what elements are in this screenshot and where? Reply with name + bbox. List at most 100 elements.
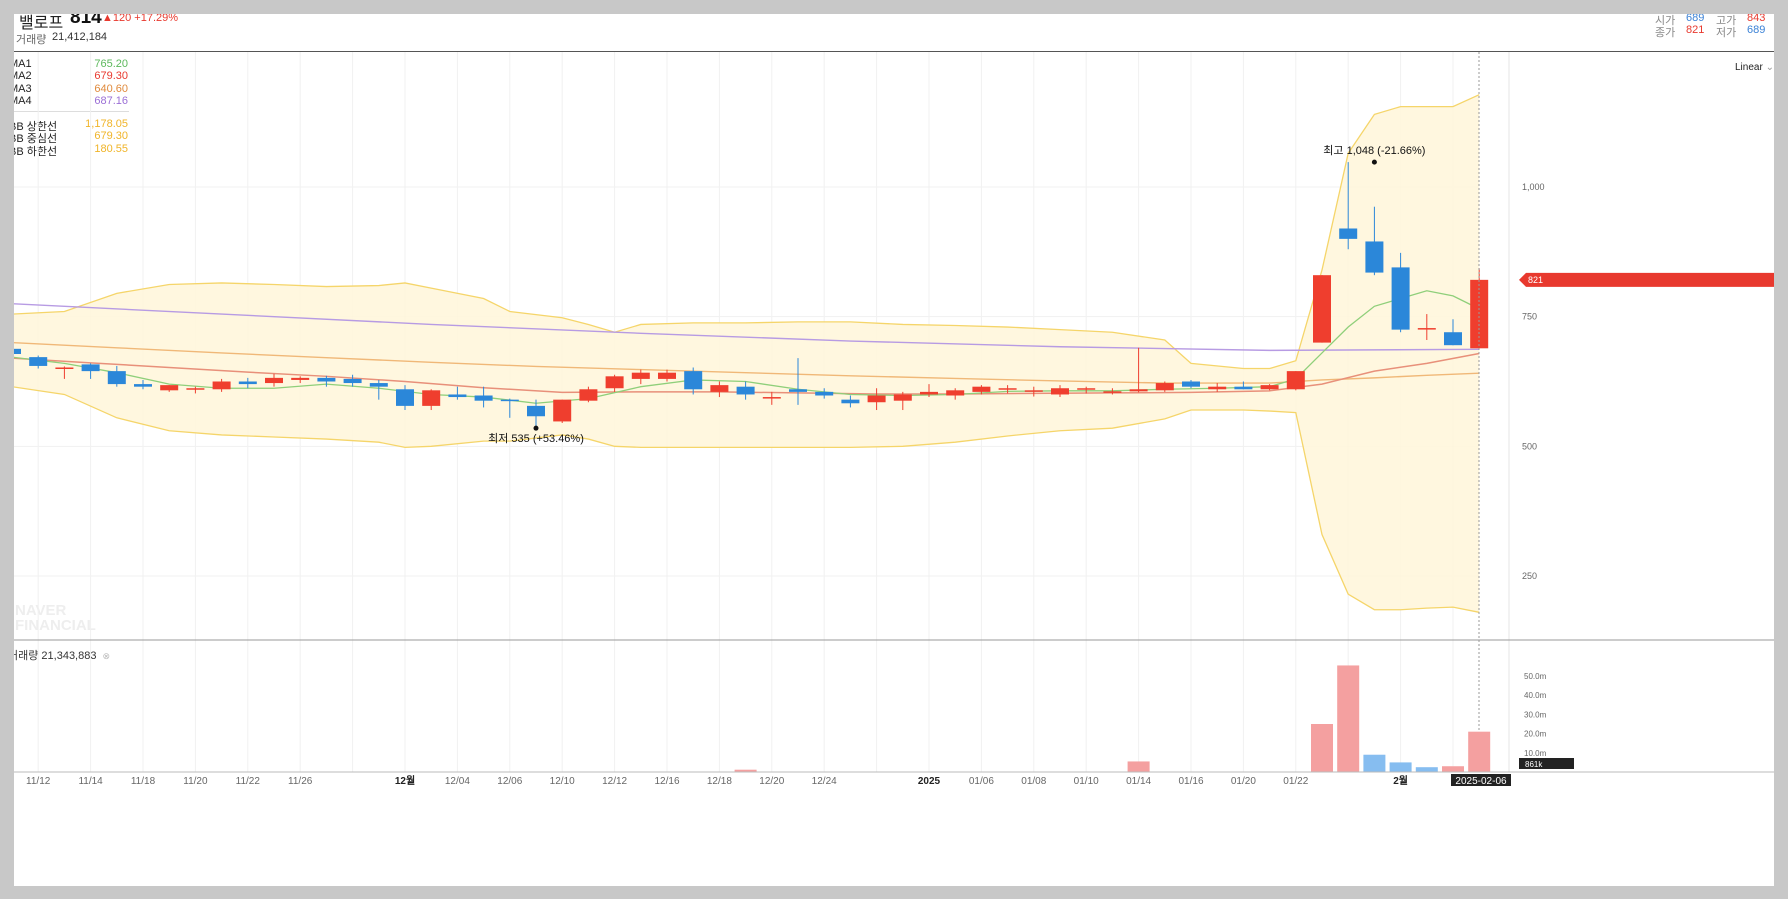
candle-body xyxy=(317,377,336,382)
candle-body xyxy=(14,348,21,355)
candle-body xyxy=(658,372,676,379)
candle-body xyxy=(1444,332,1462,346)
candle-body xyxy=(1051,388,1069,395)
candle-body xyxy=(107,371,126,385)
candle-body xyxy=(1103,391,1122,393)
candle-body xyxy=(291,377,310,380)
x-tick-label: 01/06 xyxy=(969,776,994,787)
x-tick-label: 12/18 xyxy=(707,776,732,787)
candle-body xyxy=(1260,385,1279,390)
candle-body xyxy=(1208,386,1227,390)
candle-body xyxy=(212,381,231,390)
x-tick-label: 11/22 xyxy=(236,776,261,787)
candle-body xyxy=(1234,386,1253,390)
candle-body xyxy=(1182,381,1200,387)
x-tick-label: 12월 xyxy=(395,775,415,787)
candle-body xyxy=(527,405,545,417)
candle-body xyxy=(134,384,152,387)
current-price-tag xyxy=(1519,272,1774,287)
x-tick-label: 11/26 xyxy=(288,776,313,787)
candle-body xyxy=(631,372,650,379)
candle-body xyxy=(1129,389,1148,392)
x-tick-label: 01/14 xyxy=(1126,776,1151,787)
candle-body xyxy=(186,388,205,390)
x-tick-label: 01/08 xyxy=(1021,776,1046,787)
candle-body xyxy=(55,367,74,369)
candle-body xyxy=(1391,267,1410,330)
annotation-dot xyxy=(533,425,539,431)
candle-body xyxy=(396,389,414,406)
candle-body xyxy=(474,395,493,401)
candle-body xyxy=(946,390,965,396)
chart-window: 밸로프 814 ▲120 +17.29% 거래량 21,412,184 시가 6… xyxy=(0,0,1788,899)
candle-body xyxy=(160,385,179,391)
candle-body xyxy=(893,394,912,401)
price-tick-label: 250 xyxy=(1522,571,1537,581)
candle-body xyxy=(920,391,938,395)
chart-card: 밸로프 814 ▲120 +17.29% 거래량 21,412,184 시가 6… xyxy=(14,14,1774,886)
candle-body xyxy=(1313,275,1331,343)
x-tick-label: 01/20 xyxy=(1231,776,1256,787)
candle-body xyxy=(265,377,283,384)
candle-body xyxy=(841,399,860,404)
candle-body xyxy=(998,388,1017,390)
volume-tick-label: 30.0m xyxy=(1524,710,1547,719)
volume-tick-label: 40.0m xyxy=(1524,691,1547,700)
annotation-dot xyxy=(1371,159,1377,165)
volume-tick-label: 20.0m xyxy=(1524,730,1547,739)
volume-bar xyxy=(1468,731,1491,772)
x-tick-label: 11/14 xyxy=(78,776,103,787)
price-chart[interactable]: 최고 1,048 (-21.66%) 최저 535 (+53.46%) 250 500… xyxy=(14,14,1774,886)
x-tick-label: 12/06 xyxy=(497,776,522,787)
candle-body xyxy=(1339,228,1358,239)
candle-body xyxy=(553,399,572,422)
volume-bar xyxy=(1415,767,1438,772)
x-tick-label: 12/04 xyxy=(445,776,470,787)
x-tick-label: 01/22 xyxy=(1283,776,1308,787)
candle-body xyxy=(579,389,598,401)
candle-body xyxy=(789,389,807,392)
candle-body xyxy=(29,357,48,366)
date-tag-label: 2025-02-06 xyxy=(1455,776,1507,787)
volume-bar xyxy=(1127,761,1150,772)
candle-body xyxy=(1417,328,1436,330)
candle-body xyxy=(1155,383,1174,391)
candle-body xyxy=(369,383,388,387)
x-tick-label: 12/10 xyxy=(550,776,575,787)
volume-bar xyxy=(1389,762,1412,772)
x-tick-label: 12/12 xyxy=(602,776,627,787)
candle-body xyxy=(1286,371,1305,390)
candle-body xyxy=(81,364,100,372)
x-tick-label: 2월 xyxy=(1393,775,1408,787)
x-tick-label: 11/20 xyxy=(183,776,208,787)
x-tick-label: 11/12 xyxy=(26,776,51,787)
x-tick-label: 12/24 xyxy=(812,776,837,787)
x-tick-label: 01/10 xyxy=(1074,776,1099,787)
volume-bar xyxy=(1442,766,1464,772)
x-tick-label: 12/20 xyxy=(759,776,784,787)
x-tick-label: 12/16 xyxy=(654,776,679,787)
candle-body xyxy=(1077,388,1096,390)
volume-bar xyxy=(1363,754,1386,772)
price-tick-label: 750 xyxy=(1522,312,1537,322)
candle-body xyxy=(448,394,467,398)
candle-body xyxy=(343,378,362,384)
candle-body xyxy=(500,399,519,402)
candle-body xyxy=(1470,279,1489,349)
x-tick-label: 11/18 xyxy=(131,776,156,787)
price-tick-label: 500 xyxy=(1522,441,1537,451)
candle-body xyxy=(815,391,834,396)
candle-body xyxy=(422,390,441,406)
current-price-label: 821 xyxy=(1528,275,1543,285)
candle-body xyxy=(238,381,257,385)
candle-body xyxy=(762,397,781,399)
volume-tag-label: 861k xyxy=(1525,760,1543,769)
x-tick-label: 01/16 xyxy=(1178,776,1203,787)
volume-tick-label: 10.0m xyxy=(1524,749,1547,758)
annotation-label: 최고 1,048 (-21.66%) xyxy=(1323,144,1425,157)
x-tick-label: 2025 xyxy=(918,776,941,787)
volume-bar xyxy=(1311,724,1333,772)
price-tick-label: 1,000 xyxy=(1522,182,1545,192)
candle-body xyxy=(736,386,755,395)
candle-body xyxy=(684,371,703,390)
